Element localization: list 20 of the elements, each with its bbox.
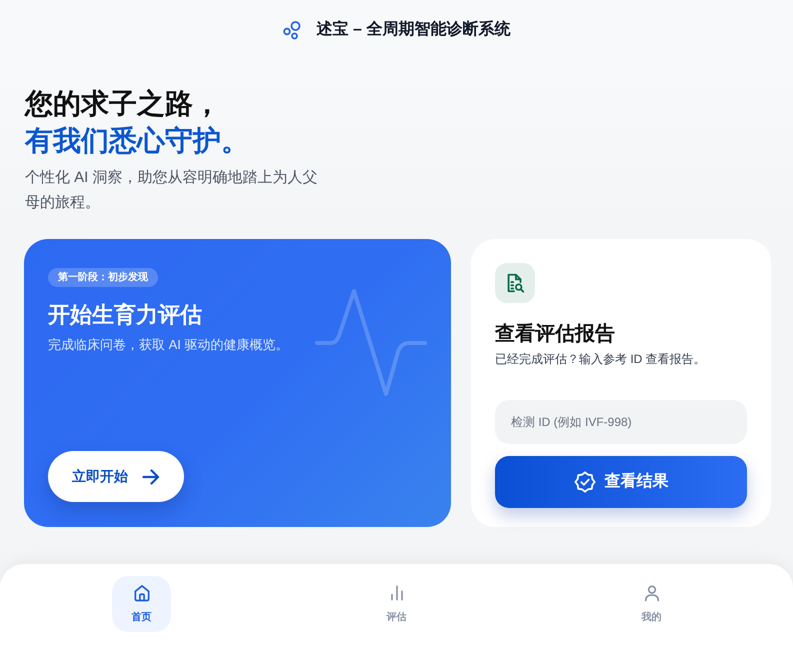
id-input-field[interactable]: 检测 ID (例如 IVF-998) xyxy=(495,400,747,444)
view-results-button[interactable]: 查看结果 xyxy=(495,456,747,508)
stage-badge: 第一阶段：初步发现 xyxy=(48,268,158,287)
arrow-right-icon xyxy=(142,468,160,484)
hero-headline: 您的求子之路， xyxy=(25,87,221,121)
logo-icon xyxy=(282,20,303,40)
hero-subtitle: 个性化 AI 洞察，助您从容明确地踏上为人父母的旅程。 xyxy=(25,168,319,213)
report-title: 查看评估报告 xyxy=(495,322,615,347)
nav-tab[interactable]: 评估 xyxy=(367,576,426,632)
verified-check-icon xyxy=(574,471,596,493)
hero-headline-accent: 有我们悉心守护。 xyxy=(25,124,249,158)
nav-tab[interactable]: 首页 xyxy=(112,576,171,632)
report-description: 已经完成评估？输入参考 ID 查看报告。 xyxy=(495,351,706,368)
home-icon xyxy=(132,583,152,603)
nav-tab[interactable]: 我的 xyxy=(622,576,681,632)
assessment-title: 开始生育力评估 xyxy=(48,301,202,329)
app-title: 述宝 – 全周期智能诊断系统 xyxy=(316,19,510,40)
document-search-icon xyxy=(495,263,535,303)
assessment-description: 完成临床问卷，获取 AI 驱动的健康概览。 xyxy=(48,336,289,354)
start-button[interactable]: 立即开始 xyxy=(48,451,184,502)
